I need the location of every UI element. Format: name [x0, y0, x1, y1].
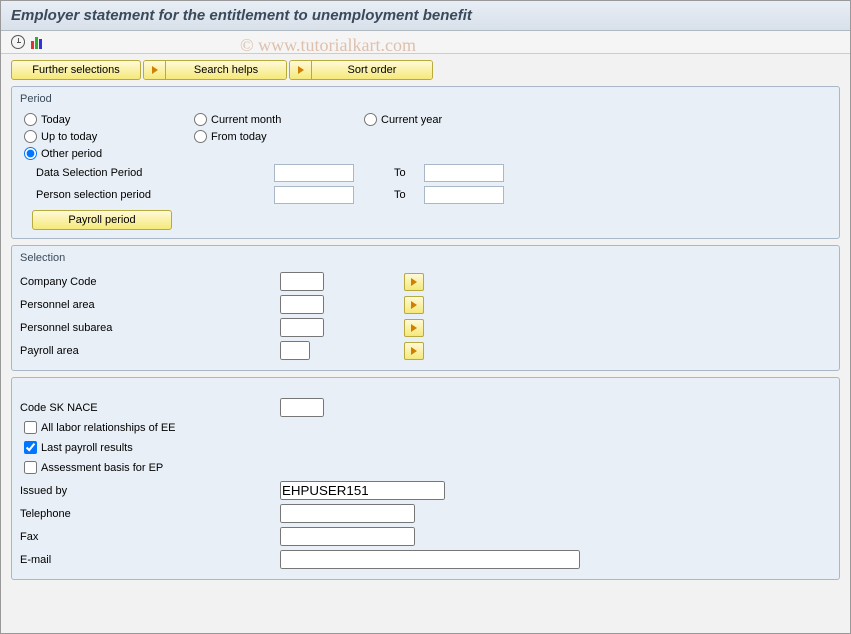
toolbar [1, 31, 850, 54]
payroll-period-button[interactable]: Payroll period [32, 210, 172, 230]
personnel-area-label: Personnel area [20, 299, 280, 311]
multiple-selection-button[interactable] [404, 319, 424, 337]
code-sk-nace-input[interactable] [280, 398, 324, 417]
radio-up-to-today[interactable]: Up to today [24, 130, 194, 143]
data-selection-period-label: Data Selection Period [24, 167, 274, 179]
person-selection-period-label: Person selection period [24, 189, 274, 201]
arrow-right-icon [411, 347, 417, 355]
email-input[interactable] [280, 550, 580, 569]
period-title: Period [20, 91, 831, 111]
period-panel: Period Today Current month Current year … [11, 86, 840, 239]
email-label: E-mail [20, 554, 280, 566]
multiple-selection-button[interactable] [404, 273, 424, 291]
selection-panel: Selection Company Code Personnel area Pe… [11, 245, 840, 371]
data-selection-from-input[interactable] [274, 164, 354, 182]
last-payroll-checkbox[interactable]: Last payroll results [24, 441, 133, 454]
personnel-subarea-label: Personnel subarea [20, 322, 280, 334]
radio-current-month[interactable]: Current month [194, 113, 364, 126]
radio-today[interactable]: Today [24, 113, 194, 126]
arrow-right-icon [144, 61, 166, 79]
arrow-right-icon [411, 301, 417, 309]
company-code-label: Company Code [20, 276, 280, 288]
page-title: Employer statement for the entitlement t… [1, 1, 850, 31]
personnel-subarea-input[interactable] [280, 318, 324, 337]
details-panel: Code SK NACE All labor relationships of … [11, 377, 840, 580]
selection-title: Selection [20, 250, 831, 270]
search-helps-button[interactable]: Search helps [143, 60, 287, 80]
payroll-area-label: Payroll area [20, 345, 280, 357]
personnel-area-input[interactable] [280, 295, 324, 314]
payroll-area-input[interactable] [280, 341, 310, 360]
issued-by-input[interactable] [280, 481, 445, 500]
arrow-right-icon [290, 61, 312, 79]
person-selection-from-input[interactable] [274, 186, 354, 204]
company-code-input[interactable] [280, 272, 324, 291]
radio-from-today[interactable]: From today [194, 130, 364, 143]
top-buttons: Further selections Search helps Sort ord… [1, 54, 850, 84]
arrow-right-icon [411, 278, 417, 286]
to-label: To [394, 167, 424, 179]
multiple-selection-button[interactable] [404, 296, 424, 314]
further-selections-button[interactable]: Further selections [11, 60, 141, 80]
fax-label: Fax [20, 531, 280, 543]
code-sk-nace-label: Code SK NACE [20, 402, 280, 414]
radio-other-period[interactable]: Other period [24, 147, 194, 160]
fax-input[interactable] [280, 527, 415, 546]
data-selection-to-input[interactable] [424, 164, 504, 182]
assessment-checkbox[interactable]: Assessment basis for EP [24, 461, 163, 474]
telephone-label: Telephone [20, 508, 280, 520]
sort-order-button[interactable]: Sort order [289, 60, 433, 80]
person-selection-to-input[interactable] [424, 186, 504, 204]
issued-by-label: Issued by [20, 485, 280, 497]
to-label: To [394, 189, 424, 201]
variants-icon[interactable] [31, 35, 42, 49]
all-labor-checkbox[interactable]: All labor relationships of EE [24, 421, 176, 434]
telephone-input[interactable] [280, 504, 415, 523]
arrow-right-icon [411, 324, 417, 332]
execute-icon[interactable] [11, 35, 25, 49]
radio-current-year[interactable]: Current year [364, 113, 534, 126]
multiple-selection-button[interactable] [404, 342, 424, 360]
